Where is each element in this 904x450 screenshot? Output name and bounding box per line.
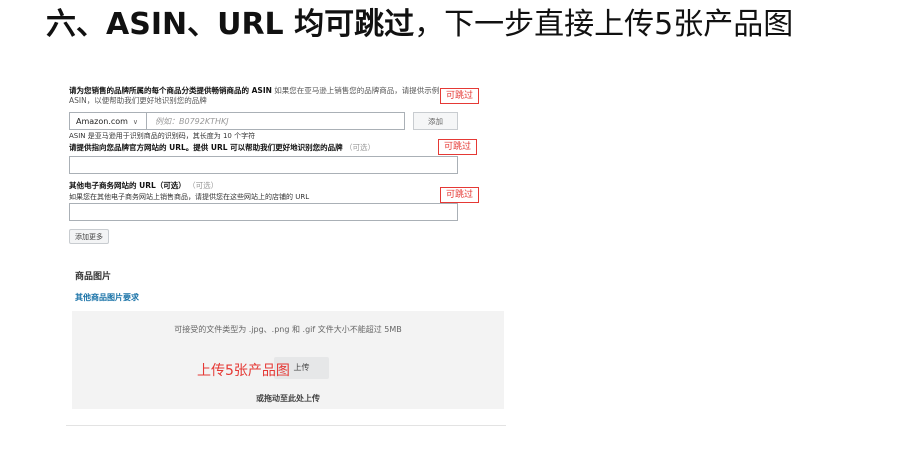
- brand-url-input[interactable]: [69, 156, 458, 174]
- heading-normal-text: ，下一步直接上传5张产品图: [414, 7, 794, 42]
- brand-url-question-title: 请提供指向您品牌官方网站的 URL。提供 URL 可以帮助我们更好地识别您的品牌: [69, 143, 343, 152]
- skip-tag-asin: 可跳过: [440, 88, 480, 104]
- chevron-down-icon: ∨: [132, 118, 138, 126]
- skip-tag-other-url: 可跳过: [440, 187, 480, 203]
- other-url-input[interactable]: [69, 203, 458, 221]
- product-images-title: 商品图片: [75, 272, 112, 282]
- divider: [66, 425, 506, 426]
- other-url-hint: 如果您在其他电子商务网站上销售商品，请提供您在这些网站上的店铺的 URL: [69, 193, 310, 201]
- asin-question: 请为您销售的品牌所属的每个商品分类提供畅销商品的 ASIN 如果您在亚马逊上销售…: [69, 86, 441, 106]
- marketplace-select-value: Amazon.com: [76, 117, 128, 126]
- other-url-question-title: 其他电子商务网站的 URL（可选）: [69, 181, 186, 190]
- marketplace-select[interactable]: Amazon.com ∨: [69, 112, 147, 130]
- image-requirements-link[interactable]: 其他商品图片要求: [75, 292, 139, 303]
- asin-input[interactable]: 例如：B0792KTHKJ: [147, 112, 405, 130]
- skip-tag-url: 可跳过: [438, 139, 478, 155]
- add-asin-button[interactable]: 添加: [413, 112, 458, 130]
- upload-annotation: 上传5张产品图: [197, 363, 290, 379]
- asin-question-title: 请为您销售的品牌所属的每个商品分类提供畅销商品的 ASIN: [69, 86, 272, 95]
- brand-url-question: 请提供指向您品牌官方网站的 URL。提供 URL 可以帮助我们更好地识别您的品牌…: [69, 143, 439, 153]
- brand-url-optional-label: （可选）: [345, 143, 376, 152]
- image-upload-dropzone[interactable]: 可接受的文件类型为 .jpg、.png 和 .gif 文件大小不能超过 5MB …: [72, 311, 504, 409]
- other-url-question: 其他电子商务网站的 URL（可选） （可选）: [69, 181, 441, 191]
- asin-helper-text: ASIN 是亚马逊用于识别商品的识别码，其长度为 10 个字符: [69, 132, 256, 140]
- heading-bold-text: 六、ASIN、URL 均可跳过: [46, 7, 415, 42]
- drag-upload-hint: 或拖动至此处上传: [256, 394, 320, 403]
- add-more-button[interactable]: 添加更多: [69, 229, 109, 244]
- other-url-optional-label: （可选）: [188, 181, 219, 190]
- instruction-heading: 六、ASIN、URL 均可跳过，下一步直接上传5张产品图: [46, 4, 896, 46]
- accepted-file-types: 可接受的文件类型为 .jpg、.png 和 .gif 文件大小不能超过 5MB: [174, 325, 402, 334]
